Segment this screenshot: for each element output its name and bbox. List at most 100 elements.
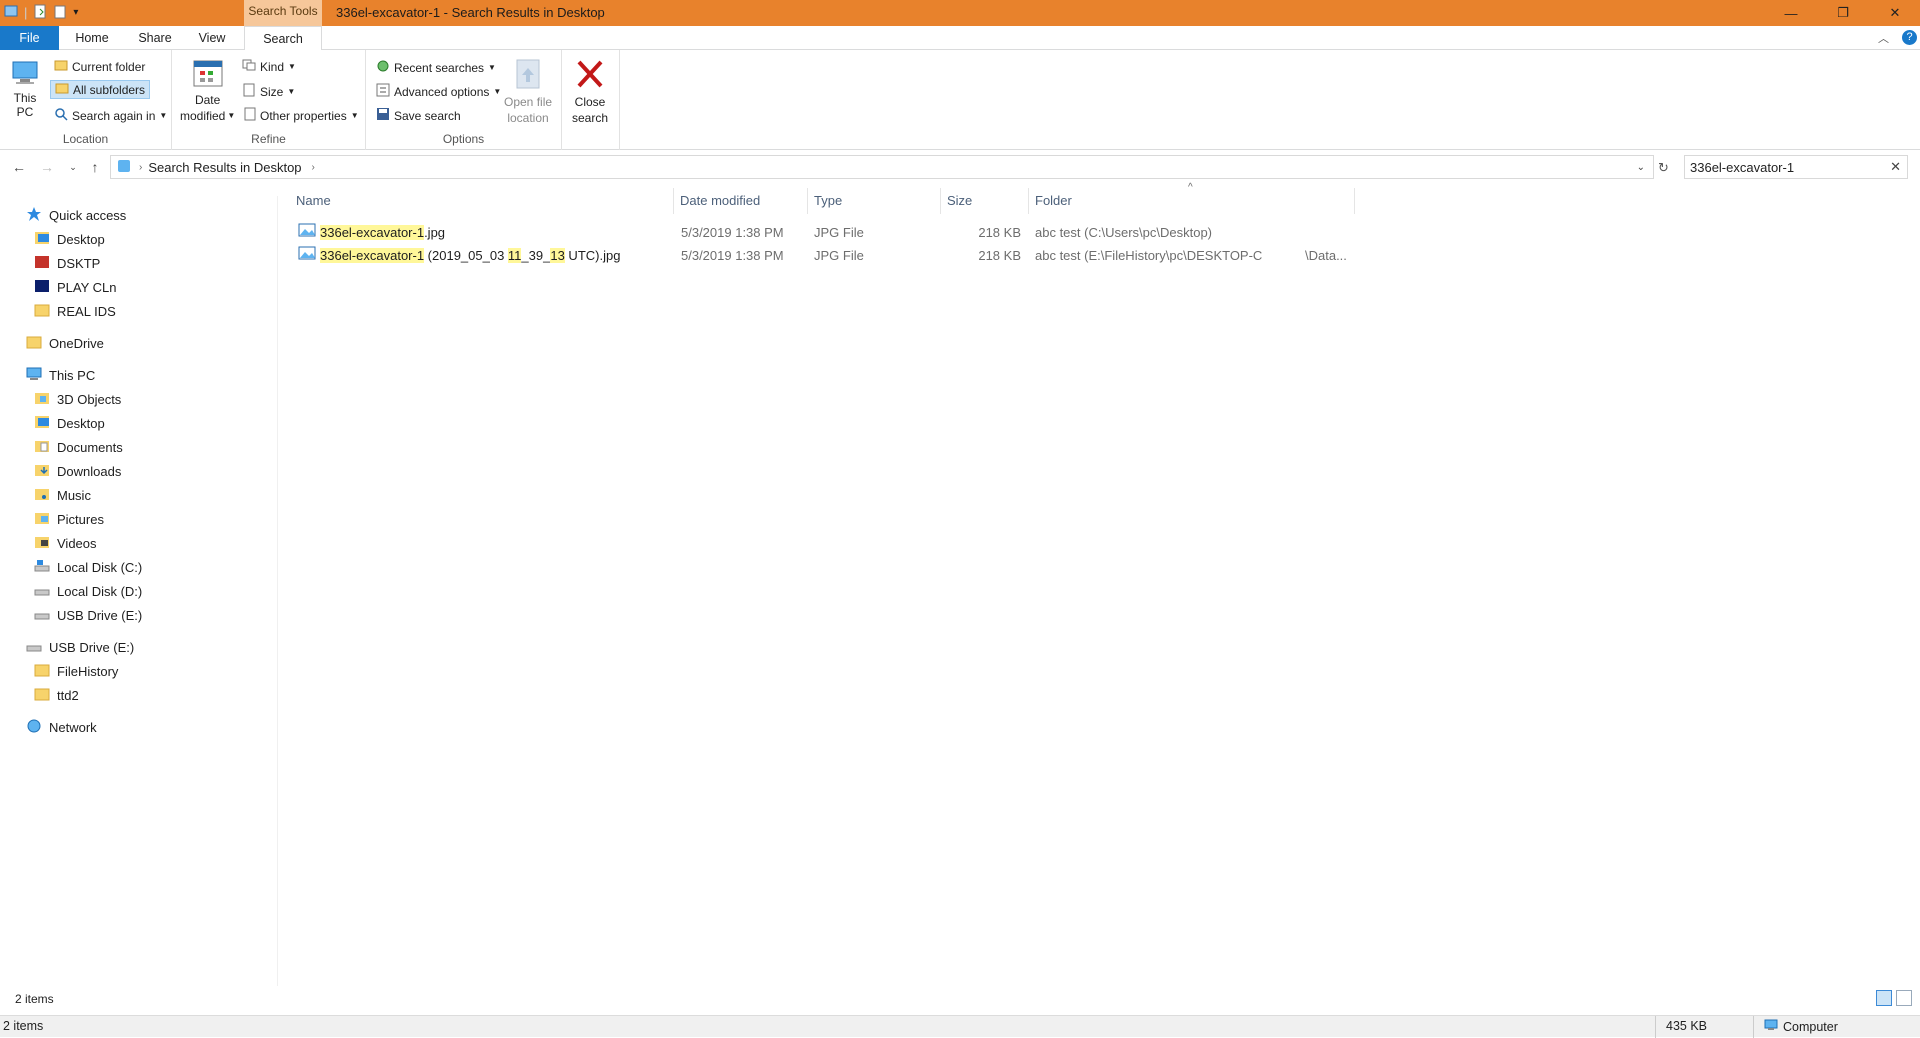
dsktp-folder-icon — [34, 255, 50, 272]
column-header-name[interactable]: Name — [290, 188, 674, 214]
file-name-cell: 336el-excavator-1 (2019_05_03 11_39_13 U… — [298, 245, 620, 267]
chevron-down-icon: ▼ — [350, 111, 359, 120]
documents-icon — [34, 439, 50, 456]
drive-icon — [34, 583, 50, 600]
file-type-cell: JPG File — [814, 225, 864, 240]
sidebar-item-pictures[interactable]: Pictures — [34, 508, 104, 530]
recent-searches-button[interactable]: Recent searches ▼ — [376, 59, 496, 76]
save-search-button[interactable]: Save search — [376, 107, 461, 124]
sidebar-item-music[interactable]: Music — [34, 484, 91, 506]
file-date-cell: 5/3/2019 1:38 PM — [681, 225, 784, 240]
computer-icon — [26, 367, 42, 384]
table-row[interactable]: 336el-excavator-1.jpg 5/3/2019 1:38 PM J… — [290, 222, 1370, 244]
file-folder-cell: abc test (C:\Users\pc\Desktop) — [1035, 225, 1212, 240]
desktop-folder-icon — [34, 415, 50, 432]
breadcrumb-chevron-icon[interactable]: › — [139, 162, 142, 173]
customize-qat-icon[interactable]: ▾ — [73, 7, 78, 18]
minimize-button[interactable]: — — [1768, 0, 1814, 26]
column-header-folder[interactable]: Folder — [1029, 188, 1355, 214]
close-search-button[interactable]: Close search — [572, 58, 608, 125]
group-label-options: Options — [442, 132, 485, 146]
forward-arrow-icon[interactable]: → — [38, 158, 56, 176]
tab-view[interactable]: View — [190, 26, 234, 50]
recent-locations-chevron-icon[interactable]: ⌄ — [64, 158, 82, 176]
sidebar-item-quick-access[interactable]: Quick access — [26, 204, 126, 226]
sidebar-item-onedrive[interactable]: OneDrive — [26, 332, 104, 354]
sidebar-item-real-ids[interactable]: REAL IDS — [34, 300, 116, 322]
chevron-down-icon: ▼ — [493, 87, 502, 96]
chevron-down-icon: ▼ — [287, 87, 296, 96]
date-modified-button[interactable]: Date modified ▼ — [180, 58, 235, 123]
sidebar-item-network[interactable]: Network — [26, 716, 97, 738]
search-input[interactable] — [1685, 156, 1875, 178]
sidebar-item-this-pc[interactable]: This PC — [26, 364, 95, 386]
breadcrumb-chevron-icon[interactable]: › — [312, 162, 315, 173]
current-folder-button[interactable]: Current folder — [54, 59, 145, 74]
title-bar: | ▾ Search Tools 336el-excavator-1 - Sea… — [0, 0, 1920, 26]
view-toggle — [1876, 990, 1912, 1006]
tab-file[interactable]: File — [0, 26, 59, 50]
navigation-row: ← → ⌄ ↑ › Search Results in Desktop › ⌄ … — [0, 152, 1920, 182]
sidebar-item-ttd2[interactable]: ttd2 — [34, 684, 79, 706]
sidebar-item-usb-drive-pc[interactable]: USB Drive (E:) — [34, 604, 142, 626]
this-pc-button[interactable]: This PC — [10, 60, 40, 119]
navigation-pane: Quick access Desktop DSKTP PLAY CLn REAL… — [0, 196, 278, 986]
search-again-in-button[interactable]: Search again in ▼ — [54, 107, 167, 124]
sidebar-item-usb-drive[interactable]: USB Drive (E:) — [26, 636, 134, 658]
sidebar-item-filehistory[interactable]: FileHistory — [34, 660, 118, 682]
restore-button[interactable]: ❐ — [1820, 0, 1866, 26]
sidebar-item-play-cln[interactable]: PLAY CLn — [34, 276, 117, 298]
address-dropdown-icon[interactable]: ⌄ — [1637, 162, 1645, 173]
advanced-options-button[interactable]: Advanced options ▼ — [376, 83, 501, 100]
sidebar-item-local-disk-d[interactable]: Local Disk (D:) — [34, 580, 142, 602]
new-folder-icon[interactable] — [53, 4, 67, 20]
kind-icon — [242, 59, 256, 74]
details-view-icon[interactable] — [1876, 990, 1892, 1006]
help-icon[interactable]: ? — [1902, 30, 1917, 45]
other-properties-button[interactable]: Other properties ▼ — [244, 107, 359, 124]
sidebar-item-videos[interactable]: Videos — [34, 532, 97, 554]
minimize-ribbon-icon[interactable]: ︿ — [1878, 30, 1889, 46]
sidebar-item-dsktp[interactable]: DSKTP — [34, 252, 100, 274]
folder-icon — [54, 59, 68, 74]
open-file-location-icon — [513, 58, 543, 93]
properties-icon[interactable] — [33, 4, 47, 20]
sidebar-item-local-disk-c[interactable]: Local Disk (C:) — [34, 556, 142, 578]
sidebar-item-desktop[interactable]: Desktop — [34, 228, 105, 250]
refresh-icon[interactable]: ↻ — [1658, 160, 1669, 176]
all-subfolders-button[interactable]: All subfolders — [50, 80, 151, 99]
folder-icon — [34, 303, 50, 320]
sidebar-item-downloads[interactable]: Downloads — [34, 460, 121, 482]
music-icon — [34, 487, 50, 504]
column-header-size[interactable]: Size — [941, 188, 1029, 214]
chevron-down-icon: ▼ — [488, 63, 496, 72]
sidebar-item-documents[interactable]: Documents — [34, 436, 123, 458]
sidebar-item-3d-objects[interactable]: 3D Objects — [34, 388, 121, 410]
tab-search[interactable]: Search — [244, 26, 322, 51]
column-header-date-modified[interactable]: Date modified — [674, 188, 808, 214]
tab-share[interactable]: Share — [130, 26, 180, 50]
up-arrow-icon[interactable]: ↑ — [86, 158, 104, 176]
recent-searches-icon — [376, 59, 390, 76]
kind-button[interactable]: Kind ▼ — [242, 59, 296, 74]
column-header-type[interactable]: Type — [808, 188, 941, 214]
save-icon — [376, 107, 390, 124]
windows-drive-icon — [34, 559, 50, 576]
address-bar[interactable]: › Search Results in Desktop › ⌄ — [110, 155, 1654, 179]
ribbon-tabs: File Home Share View Search ︿ ? — [0, 26, 1920, 51]
search-results-icon — [117, 159, 131, 176]
breadcrumb[interactable]: Search Results in Desktop — [148, 160, 301, 175]
close-button[interactable]: ✕ — [1872, 0, 1918, 26]
explorer-icon[interactable] — [4, 4, 18, 20]
tab-home[interactable]: Home — [69, 26, 115, 50]
clear-search-icon[interactable]: ✕ — [1890, 159, 1901, 175]
group-options: Recent searches ▼ Advanced options ▼ Sav… — [366, 50, 562, 150]
table-row[interactable]: 336el-excavator-1 (2019_05_03 11_39_13 U… — [290, 245, 1370, 267]
back-arrow-icon[interactable]: ← — [10, 158, 28, 176]
usb-drive-icon — [26, 639, 42, 656]
file-date-cell: 5/3/2019 1:38 PM — [681, 248, 784, 263]
sidebar-item-desktop-pc[interactable]: Desktop — [34, 412, 105, 434]
open-file-location-button[interactable]: Open file location — [504, 58, 552, 125]
size-button[interactable]: Size ▼ — [242, 83, 295, 100]
large-icons-view-icon[interactable] — [1896, 990, 1912, 1006]
